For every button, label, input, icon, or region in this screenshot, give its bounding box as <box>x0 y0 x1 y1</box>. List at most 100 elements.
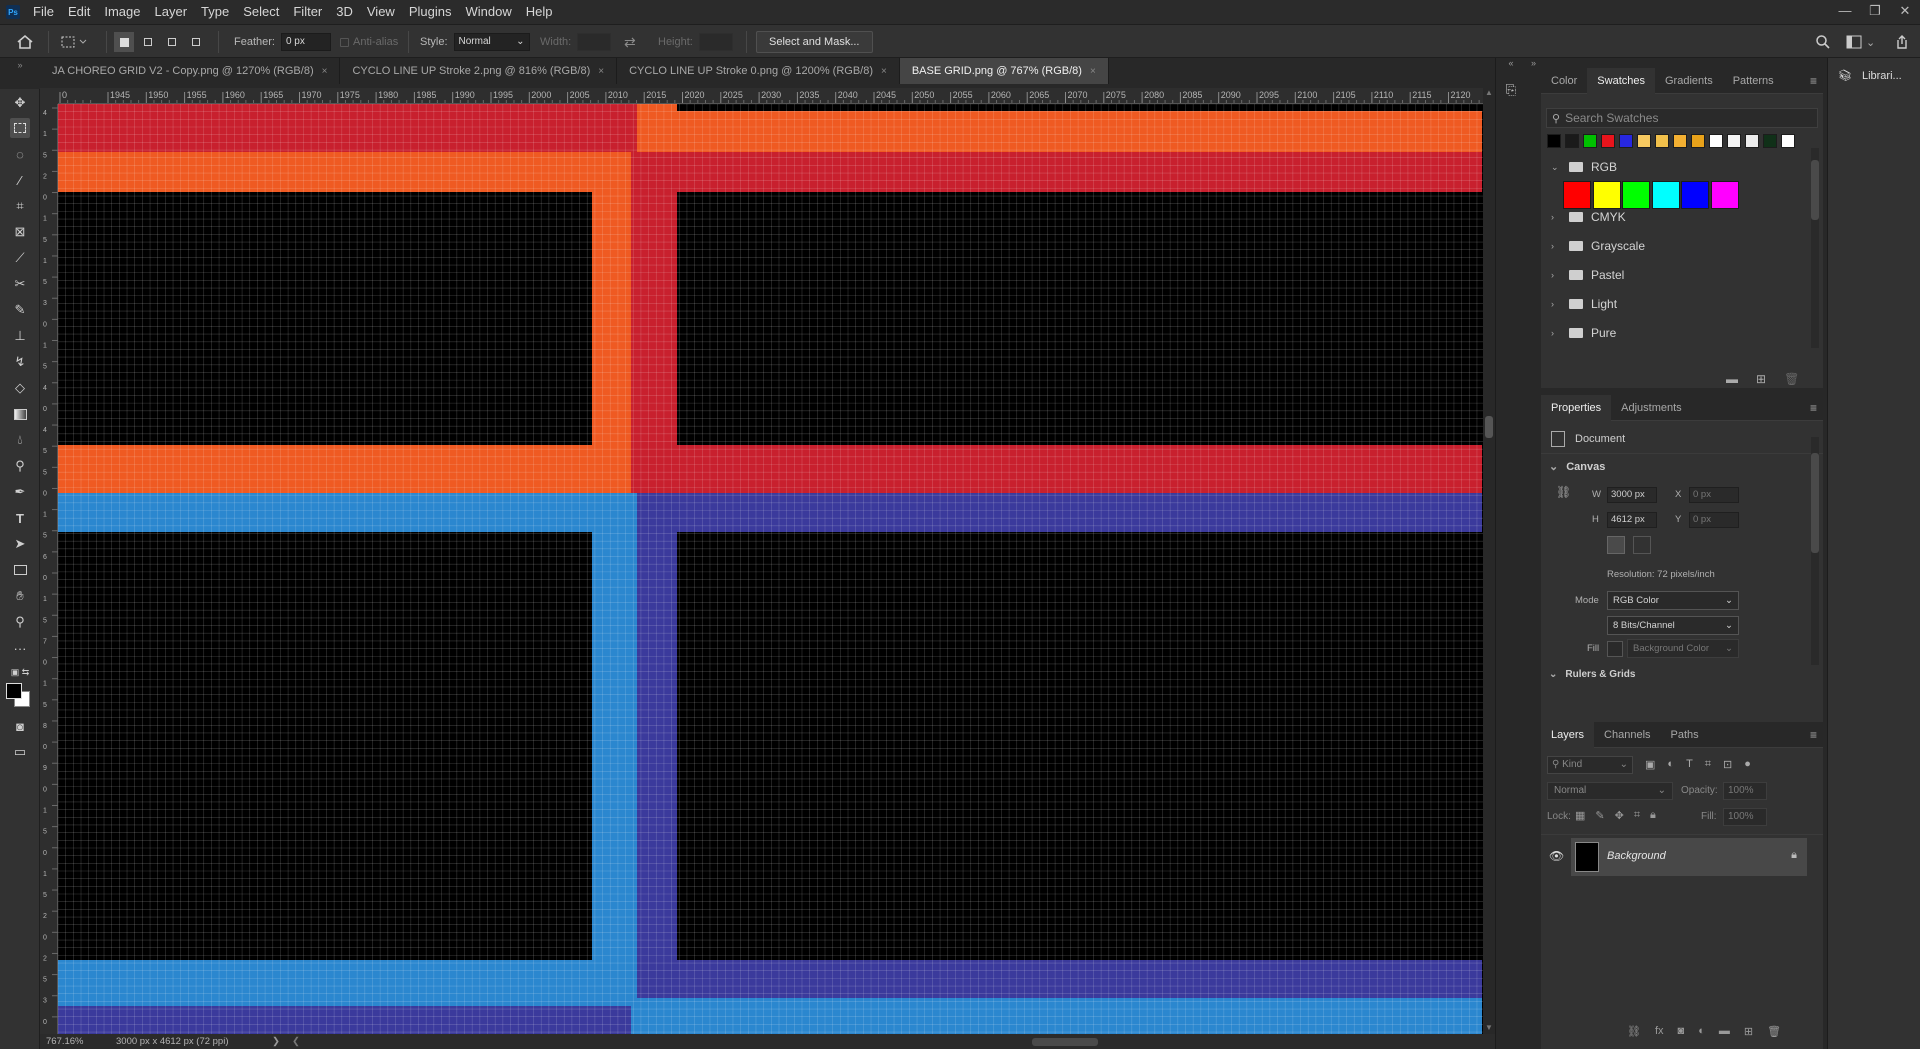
collapse-panels-icon[interactable]: « <box>1496 58 1526 68</box>
close-window-button[interactable]: ✕ <box>1890 0 1920 24</box>
history-panel-icon[interactable]: ⎘ <box>1503 82 1519 98</box>
frame-tool-icon[interactable]: ⊠ <box>10 222 30 242</box>
tab-paths[interactable]: Paths <box>1661 722 1709 748</box>
scroll-left-icon[interactable]: ❮ <box>292 1036 300 1047</box>
close-tab-icon[interactable]: × <box>1090 66 1096 77</box>
new-adjustment-icon[interactable]: ◐ <box>1698 1025 1705 1038</box>
scroll-down-icon[interactable]: ▼ <box>1485 1023 1493 1032</box>
new-swatch-icon[interactable]: ⊞ <box>1756 372 1766 386</box>
smart-object-filter-icon[interactable]: ⊡ <box>1723 758 1732 771</box>
path-selection-tool-icon[interactable]: ➤ <box>10 534 30 554</box>
select-and-mask-button[interactable]: Select and Mask... <box>756 31 873 53</box>
workspace-switcher-icon[interactable]: ⌄ <box>1846 25 1875 59</box>
tab-channels[interactable]: Channels <box>1594 722 1660 748</box>
add-selection-icon[interactable] <box>138 32 158 52</box>
new-layer-icon[interactable]: ⊞ <box>1744 1025 1753 1038</box>
collapse-toolbar-icon[interactable]: » <box>10 60 30 70</box>
swap-width-height-icon[interactable]: ⇄ <box>624 25 636 59</box>
menu-select[interactable]: Select <box>236 0 286 24</box>
menu-view[interactable]: View <box>360 0 402 24</box>
height-input[interactable] <box>698 33 733 51</box>
layer-fill-input[interactable]: 100% <box>1723 808 1767 826</box>
link-layers-icon[interactable]: ⛓ <box>1627 1025 1641 1038</box>
history-brush-tool-icon[interactable]: ↯ <box>10 352 30 372</box>
layer-row-background[interactable]: Background 🔒︎ <box>1571 838 1807 876</box>
style-dropdown[interactable]: Normal ⌄ <box>453 33 530 51</box>
fill-color-swatch[interactable] <box>1607 641 1623 657</box>
canvas-x-input[interactable]: 0 px <box>1689 487 1739 503</box>
crop-tool-icon[interactable]: ⌗ <box>10 196 30 216</box>
landscape-orientation-icon[interactable] <box>1633 536 1651 554</box>
menu-image[interactable]: Image <box>97 0 147 24</box>
rgb-swatch[interactable] <box>1622 181 1650 209</box>
canvas-y-input[interactable]: 0 px <box>1689 512 1739 528</box>
opacity-input[interactable]: 100% <box>1723 782 1767 800</box>
panel-menu-icon[interactable]: ≡ <box>1810 401 1817 415</box>
lock-all-icon[interactable]: 🔒︎ <box>1650 809 1656 822</box>
swatch[interactable] <box>1637 134 1651 148</box>
pen-tool-icon[interactable]: ✒ <box>10 482 30 502</box>
antialias-checkbox[interactable] <box>340 37 349 47</box>
document-tab[interactable]: CYCLO LINE UP Stroke 2.png @ 816% (RGB/8… <box>340 58 618 84</box>
rectangle-tool-icon[interactable] <box>10 560 30 580</box>
delete-swatch-icon[interactable]: 🗑︎ <box>1784 372 1799 386</box>
adjustment-filter-icon[interactable]: ◐ <box>1667 758 1674 771</box>
swatch[interactable] <box>1583 134 1597 148</box>
swatch-group-light[interactable]: › Light <box>1551 293 1811 315</box>
bit-depth-dropdown[interactable]: 8 Bits/Channel ⌄ <box>1607 616 1739 635</box>
menu-plugins[interactable]: Plugins <box>402 0 459 24</box>
visibility-eye-icon[interactable]: 👁︎ <box>1549 849 1564 863</box>
foreground-color-swatch[interactable] <box>6 683 22 699</box>
document-canvas[interactable] <box>58 104 1483 1034</box>
rgb-swatch[interactable] <box>1563 181 1591 209</box>
menu-layer[interactable]: Layer <box>148 0 195 24</box>
close-tab-icon[interactable]: × <box>322 66 328 77</box>
filter-toggle-icon[interactable]: ● <box>1744 758 1751 771</box>
zoom-tool-icon[interactable]: ⚲ <box>10 612 30 632</box>
menu-window[interactable]: Window <box>458 0 518 24</box>
type-tool-icon[interactable]: T <box>10 508 30 528</box>
canvas-height-input[interactable]: 4612 px <box>1607 512 1657 528</box>
clone-stamp-tool-icon[interactable]: ⊥ <box>10 326 30 346</box>
swatch[interactable] <box>1601 134 1615 148</box>
vertical-ruler[interactable]: 4 1 5 2 0 1 5 1 5 3 0 1 5 4 0 4 5 5 0 1 5 6 0 1 5 7 0 1 5 8 0 9 0 1 5 0 1 5 2 0… <box>40 104 58 1034</box>
layer-style-icon[interactable]: fx <box>1655 1025 1664 1038</box>
rectangular-marquee-tool-icon[interactable] <box>10 118 30 138</box>
scroll-thumb[interactable] <box>1485 416 1493 438</box>
horizontal-ruler[interactable]: 0 1945 1950 1955 1960 1965 1970 1975 1980 1985 199… <box>58 88 1483 104</box>
expand-panels-icon[interactable]: » <box>1526 58 1541 68</box>
share-icon[interactable] <box>1894 25 1910 59</box>
swatch[interactable] <box>1619 134 1633 148</box>
rulers-grids-section-header[interactable]: ⌄ Rulers & Grids <box>1549 669 1635 677</box>
document-tab[interactable]: CYCLO LINE UP Stroke 0.png @ 1200% (RGB/… <box>617 58 900 84</box>
swatch-group-cmyk[interactable]: › CMYK <box>1551 206 1811 228</box>
dodge-tool-icon[interactable]: ⚲ <box>10 456 30 476</box>
canvas-vertical-scrollbar[interactable]: ▲ ▼ <box>1483 88 1495 1034</box>
rgb-swatch[interactable] <box>1710 181 1739 209</box>
panel-menu-icon[interactable]: ≡ <box>1810 74 1817 88</box>
filter-kind-dropdown[interactable]: ⚲ Kind ⌄ <box>1547 756 1633 774</box>
menu-filter[interactable]: Filter <box>286 0 329 24</box>
hand-tool-icon[interactable]: ✋︎ <box>10 586 30 606</box>
search-icon[interactable] <box>1815 25 1831 59</box>
tab-color[interactable]: Color <box>1541 68 1587 94</box>
scroll-up-icon[interactable]: ▲ <box>1485 88 1493 97</box>
menu-edit[interactable]: Edit <box>61 0 97 24</box>
canvas-section-header[interactable]: ⌄ Canvas <box>1549 460 1605 474</box>
subtract-selection-icon[interactable] <box>162 32 182 52</box>
shape-filter-icon[interactable]: ⌗ <box>1705 758 1711 771</box>
menu-file[interactable]: File <box>26 0 61 24</box>
feather-input[interactable]: 0 px <box>280 33 331 51</box>
home-icon[interactable] <box>16 25 34 59</box>
rgb-swatch[interactable] <box>1651 181 1680 209</box>
properties-scroll-thumb[interactable] <box>1811 453 1819 553</box>
ruler-origin[interactable] <box>40 88 58 104</box>
quick-mask-icon[interactable]: ◙ <box>10 716 30 736</box>
lock-transparent-icon[interactable]: ▦ <box>1575 809 1585 822</box>
swatch[interactable] <box>1745 134 1759 148</box>
tab-layers[interactable]: Layers <box>1541 721 1595 748</box>
canvas-width-input[interactable]: 3000 px <box>1607 487 1657 503</box>
swatch-group-pastel[interactable]: › Pastel <box>1551 264 1811 286</box>
new-selection-icon[interactable] <box>114 32 134 52</box>
swatch[interactable] <box>1565 134 1579 148</box>
